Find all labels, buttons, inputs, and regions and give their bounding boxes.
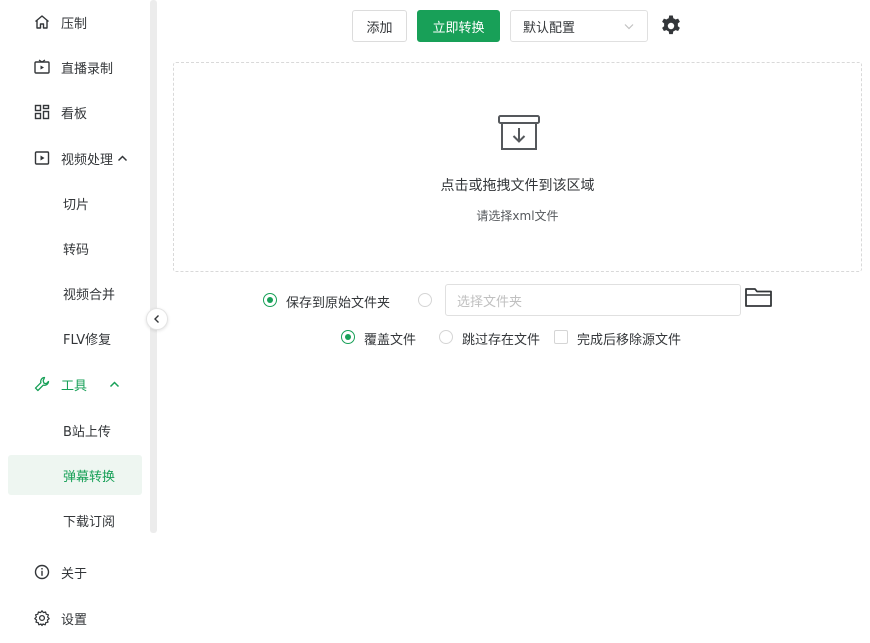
sidebar-item-label: B站上传 [63,424,111,440]
sidebar-item-label: 下载订阅 [63,514,116,530]
sidebar-item-label: 直播录制 [61,61,114,77]
sidebar-item-label: 工具 [61,378,88,394]
sidebar-item-video-processing[interactable]: 视频处理 [8,138,142,178]
sidebar-item-label: 切片 [63,197,90,213]
chevron-up-icon [117,153,128,164]
sidebar-item-video-merge[interactable]: 视频合并 [8,273,142,313]
sidebar-item-bili-upload[interactable]: B站上传 [8,410,142,450]
sidebar-item-about[interactable]: 关于 [8,552,142,592]
chevron-left-icon [154,315,159,323]
sidebar-item-flv-repair[interactable]: FLV修复 [8,318,142,358]
sidebar-item-live-record[interactable]: 直播录制 [8,47,142,87]
convert-now-button[interactable]: 立即转换 [417,10,500,42]
sidebar-item-label: 弹幕转换 [63,469,116,485]
archive-download-icon [498,115,540,150]
sidebar-item-settings[interactable]: 设置 [8,598,142,638]
folder-open-icon[interactable] [744,286,774,308]
sidebar-item-label: 关于 [61,566,88,582]
info-icon [33,563,51,581]
video-play-icon [33,149,51,167]
save-original-label: 保存到原始文件夹 [286,296,391,311]
custom-folder-radio[interactable] [418,293,432,307]
sidebar-item-compress[interactable]: 压制 [8,2,142,42]
sidebar-item-label: 看板 [61,106,88,122]
save-original-radio[interactable] [263,293,277,307]
sidebar-scrollbar[interactable] [150,0,157,533]
preset-select[interactable]: 默认配置 [510,10,648,42]
sidebar-item-label: FLV修复 [63,332,112,348]
skip-existing-radio[interactable] [439,330,453,344]
sidebar-item-label: 转码 [63,242,90,258]
sidebar-item-tools[interactable]: 工具 [8,364,142,404]
wrench-icon [33,375,51,393]
skip-existing-label: 跳过存在文件 [462,333,541,348]
folder-path-input[interactable]: 选择文件夹 [445,284,741,316]
sidebar-item-label: 视频处理 [61,152,114,168]
preset-select-value: 默认配置 [523,20,576,36]
sidebar-item-dashboard[interactable]: 看板 [8,92,142,132]
drop-zone-hint: 请选择xml文件 [476,209,559,223]
chevron-up-icon [109,379,120,390]
sidebar-item-label: 视频合并 [63,287,116,303]
gear-icon [33,609,51,627]
sidebar-item-danmaku-convert[interactable]: 弹幕转换 [8,455,142,495]
preset-settings-gear-icon[interactable] [659,14,683,38]
sidebar-item-clip[interactable]: 切片 [8,183,142,223]
home-icon [33,13,51,31]
remove-source-label: 完成后移除源文件 [577,333,682,348]
live-tv-icon [33,58,51,76]
sidebar-item-label: 设置 [61,612,88,628]
sidebar-item-transcode[interactable]: 转码 [8,228,142,268]
overwrite-radio[interactable] [341,330,355,344]
chevron-down-icon [624,24,634,30]
sidebar-item-label: 压制 [61,16,88,32]
add-button[interactable]: 添加 [352,10,407,42]
dashboard-icon [33,103,51,121]
drop-zone-title: 点击或拖拽文件到该区域 [440,178,595,194]
overwrite-label: 覆盖文件 [364,333,417,348]
sidebar: 压制 直播录制 看板 视频处理 切片 转码 视频合并 FLV修复 工具 B站上传… [0,0,150,643]
collapse-sidebar-button[interactable] [146,308,168,330]
sidebar-item-download-subscribe[interactable]: 下载订阅 [8,500,142,540]
file-drop-zone[interactable]: 点击或拖拽文件到该区域 请选择xml文件 [173,62,862,272]
remove-source-checkbox[interactable] [554,330,568,344]
